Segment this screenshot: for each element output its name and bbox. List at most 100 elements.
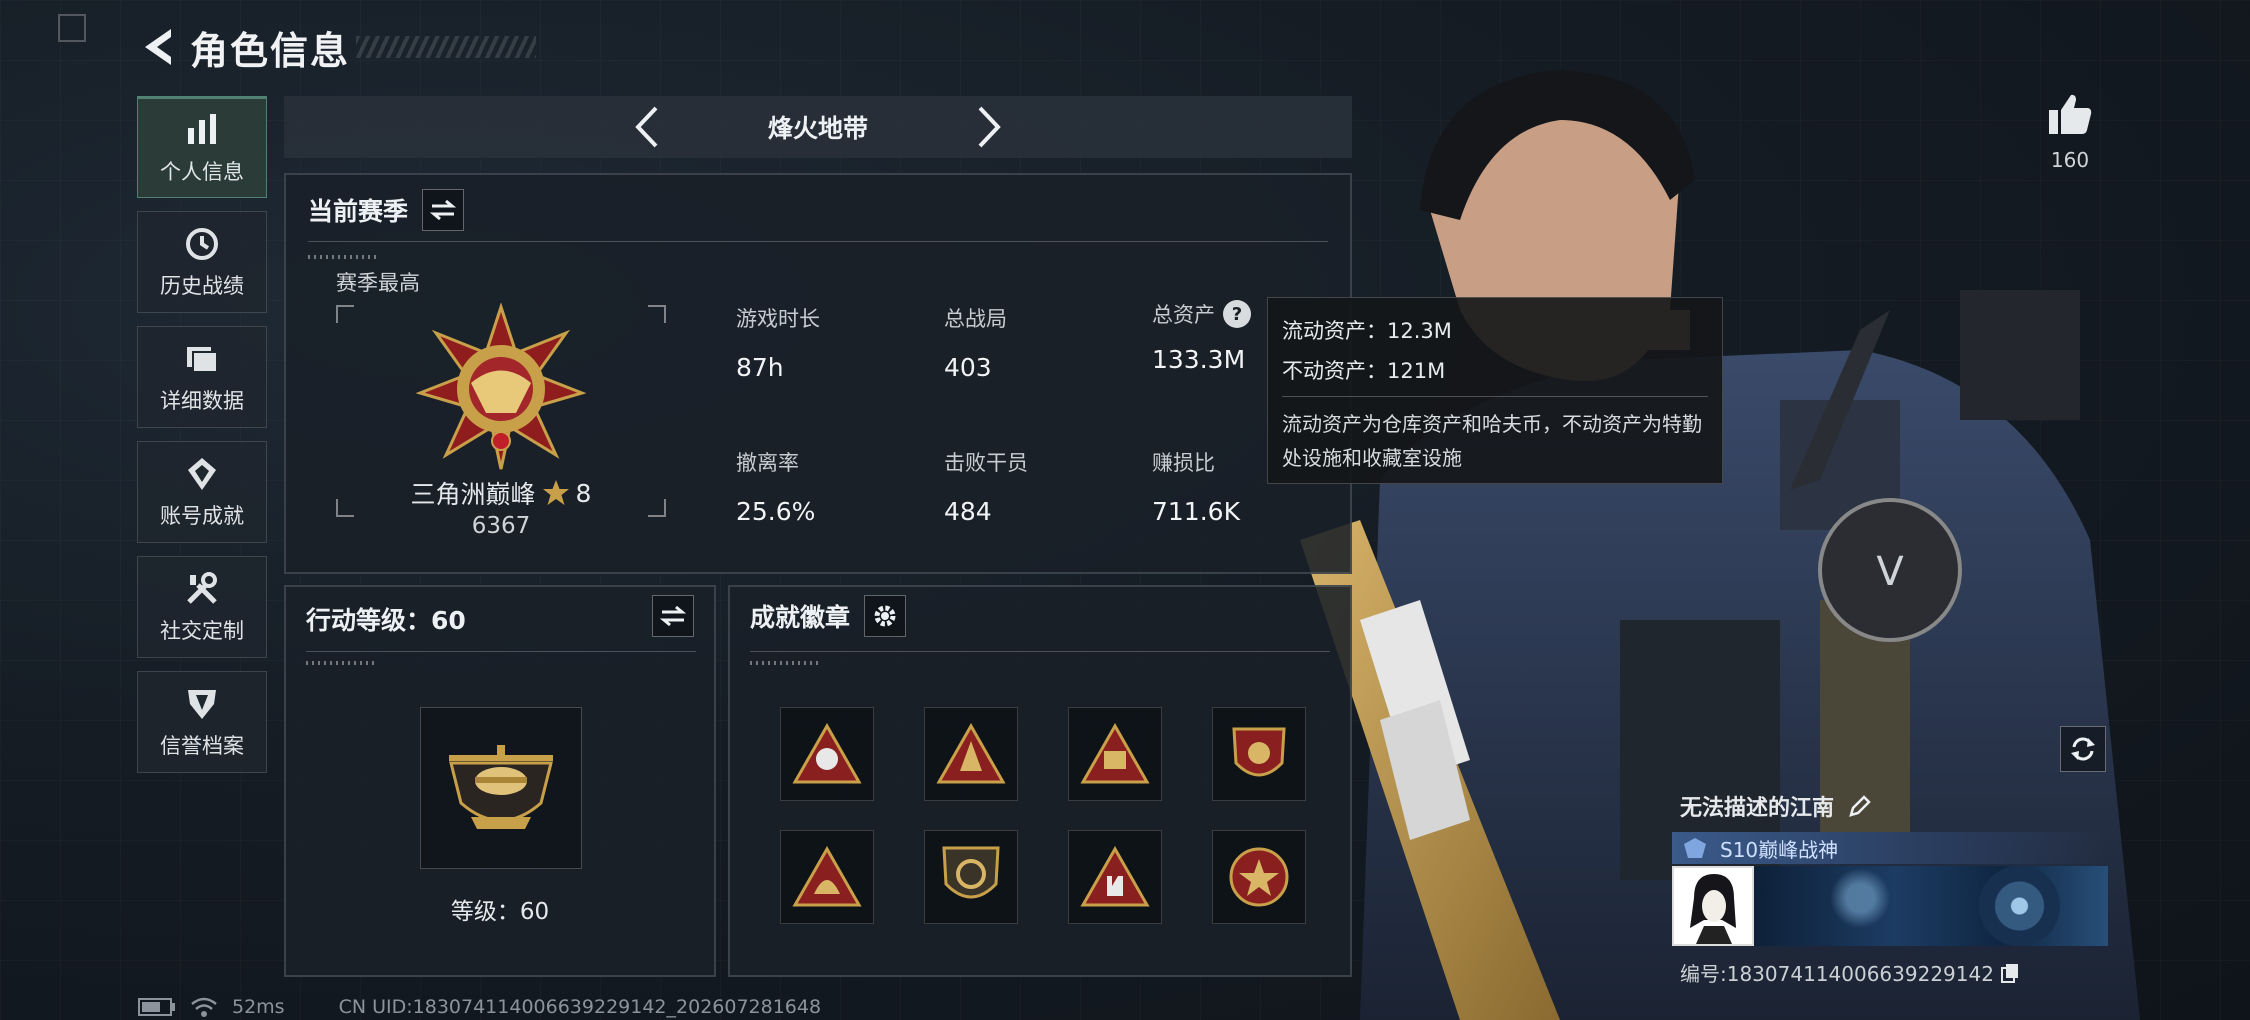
badge-tile[interactable] — [924, 830, 1018, 924]
tools-icon — [184, 569, 220, 609]
nav-label: 历史战绩 — [160, 274, 244, 298]
level-title: 行动等级：60 — [306, 606, 466, 635]
nav-item-match-history[interactable]: 历史战绩 — [137, 211, 267, 313]
nav-item-credit-record[interactable]: 信誉档案 — [137, 671, 267, 773]
achievement-badges-panel: 成就徽章 — [728, 585, 1352, 977]
stat-label: 击败干员 — [944, 451, 1028, 475]
help-icon[interactable]: ? — [1223, 300, 1251, 328]
cn-uid: CN UID:18307411400663922914​2_2026072816… — [338, 996, 822, 1018]
nav-item-social-custom[interactable]: 社交定制 — [137, 556, 267, 658]
stat-label: 总战局 — [944, 307, 1007, 331]
player-name-row: 无法描述的江南 — [1672, 790, 2108, 822]
banner-art — [1754, 866, 2108, 946]
chevron-left-icon — [635, 106, 658, 148]
shield-badge-icon — [1232, 727, 1286, 777]
stat-label-row: 总资产 ? — [1152, 299, 1251, 329]
side-nav: 个人信息 历史战绩 详细数据 账号成就 社交定制 信誉档案 — [137, 96, 267, 786]
badges-settings-button[interactable] — [864, 595, 907, 637]
stat-value: 711.6K — [1152, 497, 1240, 526]
season-switch-button[interactable] — [422, 189, 465, 231]
dots-decoration — [306, 661, 376, 665]
back-button[interactable] — [138, 25, 178, 69]
nav-item-personal-info[interactable]: 个人信息 — [137, 96, 267, 198]
rank-emblem-icon — [416, 303, 586, 470]
badge-tile[interactable] — [1068, 707, 1162, 801]
battery-icon — [138, 998, 175, 1016]
stat-value: 87h — [736, 353, 784, 382]
player-name: 无法描述的江南 — [1680, 796, 1835, 821]
star-icon — [542, 480, 569, 505]
badge-tile[interactable] — [780, 830, 874, 924]
player-uid: 编号:18307411400663922914​2 — [1680, 962, 1994, 986]
badge-tile[interactable] — [1068, 830, 1162, 924]
gear-icon — [874, 605, 896, 627]
rotate-icon — [2071, 737, 2095, 761]
player-title: S10巅峰战神 — [1720, 837, 1839, 862]
badge-tile[interactable] — [1212, 707, 1306, 801]
triangle-badge-icon — [1080, 846, 1150, 907]
bar-chart-icon — [184, 110, 220, 150]
shield-icon — [184, 684, 220, 724]
nav-label: 信誉档案 — [160, 734, 244, 758]
badges-title: 成就徽章 — [750, 603, 851, 632]
stat-profit-ratio: 赚损比 711.6K — [1152, 447, 1240, 526]
stat-value: 133.3M — [1152, 345, 1246, 374]
stat-extract-rate: 撤离率 25.6% — [736, 447, 815, 526]
shield-badge-icon — [942, 846, 1000, 899]
badges-divider — [750, 651, 1330, 652]
level-divider — [306, 651, 696, 652]
avatar[interactable] — [1672, 866, 1754, 946]
rank-name-row: 三角洲巅峰 8 — [336, 475, 666, 511]
title-decoration — [356, 36, 537, 58]
svg-text:V: V — [1876, 549, 1904, 595]
stat-value: 25.6% — [736, 497, 816, 526]
dots-decoration — [308, 255, 378, 259]
badge-tile[interactable] — [924, 707, 1018, 801]
level-switch-button[interactable] — [652, 595, 694, 637]
like-button[interactable]: 160 — [2040, 92, 2100, 172]
chevron-right-icon — [978, 106, 1001, 148]
wifi-icon — [191, 997, 217, 1017]
stat-label: 总资产 — [1152, 303, 1215, 327]
title-emblem-icon — [1684, 838, 1706, 858]
copy-icon[interactable] — [2000, 962, 2020, 984]
nav-label: 账号成就 — [160, 504, 244, 528]
status-bar: 52ms CN UID:18307411400663922914​2_20260… — [138, 996, 821, 1018]
stat-value: 403 — [944, 353, 992, 382]
uid-row: 编号:18307411400663922914​2 — [1672, 958, 2108, 987]
dots-decoration — [750, 661, 820, 665]
season-title: 当前赛季 — [308, 197, 409, 226]
map-name: 烽火地带 — [767, 114, 868, 143]
triangle-badge-icon — [792, 723, 862, 784]
tooltip-fixed-assets: 不动资产：121M — [1282, 359, 1446, 383]
prev-map-button[interactable] — [624, 104, 670, 150]
nav-item-account-achievements[interactable]: 账号成就 — [137, 441, 267, 543]
nav-item-detailed-data[interactable]: 详细数据 — [137, 326, 267, 428]
rank-score: 6367 — [471, 513, 531, 539]
triangle-badge-icon — [936, 723, 1006, 784]
achievement-icon — [184, 454, 220, 494]
back-arrow-icon — [145, 29, 171, 65]
helicopter-emblem-icon — [449, 745, 553, 829]
nav-label: 社交定制 — [160, 619, 244, 643]
rotate-model-button[interactable] — [2060, 726, 2106, 772]
round-badge-icon — [1229, 847, 1289, 907]
edit-icon[interactable] — [1848, 794, 1872, 818]
current-season-panel: 当前赛季 赛季最高 三角洲巅峰 8 6367 游戏时长 87h 总战局 403 … — [284, 173, 1352, 574]
badge-tile[interactable] — [1212, 830, 1306, 924]
history-icon — [184, 224, 220, 264]
season-header: 当前赛季 — [308, 189, 465, 231]
stat-value: 484 — [944, 497, 992, 526]
rank-name: 三角洲巅峰 — [410, 480, 536, 509]
profile-banner — [1672, 866, 2108, 946]
badge-tile[interactable] — [780, 707, 874, 801]
next-map-button[interactable] — [966, 104, 1012, 150]
tooltip-liquid-assets: 流动资产：12.3M — [1282, 319, 1452, 343]
season-divider — [308, 241, 1328, 242]
season-best-label: 赛季最高 — [336, 271, 420, 295]
stat-matches: 总战局 403 — [944, 303, 1007, 382]
stat-label: 赚损比 — [1152, 451, 1215, 475]
switch-icon — [660, 605, 686, 627]
level-text: 等级：60 — [450, 899, 550, 925]
triangle-badge-icon — [1080, 723, 1150, 784]
